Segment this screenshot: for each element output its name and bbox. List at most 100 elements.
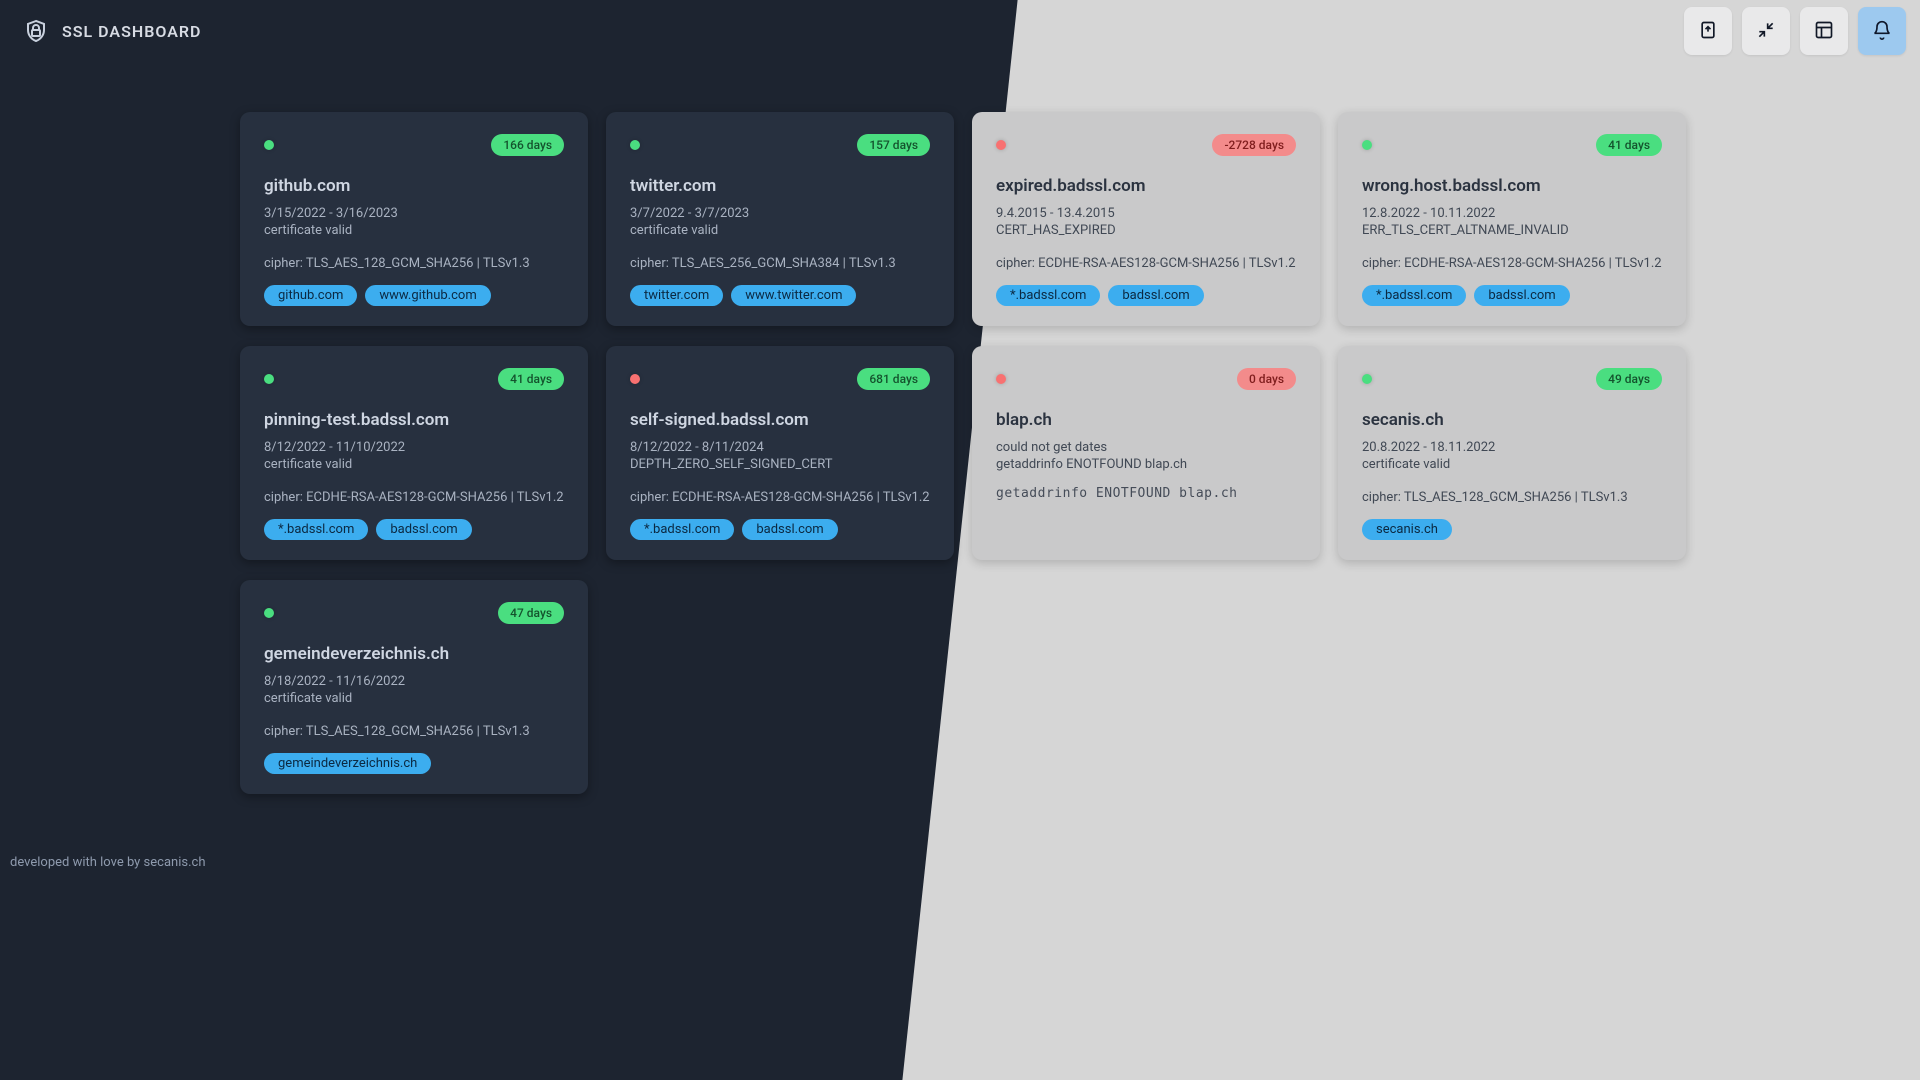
card-cipher: cipher: ECDHE-RSA-AES128-GCM-SHA256 | TL…: [264, 490, 564, 505]
domain-chip[interactable]: *.badssl.com: [996, 285, 1100, 306]
status-dot: [630, 140, 640, 150]
card-chips: *.badssl.com badssl.com: [1362, 285, 1662, 306]
domain-chip[interactable]: badssl.com: [376, 519, 471, 540]
card-message: certificate valid: [264, 223, 564, 238]
brand: SSL DASHBOARD: [22, 17, 201, 45]
domain-chip[interactable]: gemeindeverzeichnis.ch: [264, 753, 431, 774]
card-header: 41 days: [264, 368, 564, 390]
domain-chip[interactable]: www.twitter.com: [731, 285, 856, 306]
collapse-icon: [1756, 20, 1776, 43]
card-host: github.com: [264, 176, 564, 196]
card-header: 49 days: [1362, 368, 1662, 390]
notifications-button[interactable]: [1858, 7, 1906, 55]
domain-chip[interactable]: badssl.com: [742, 519, 837, 540]
card-host: gemeindeverzeichnis.ch: [264, 644, 564, 664]
domain-chip[interactable]: badssl.com: [1474, 285, 1569, 306]
card-message: CERT_HAS_EXPIRED: [996, 223, 1296, 238]
domain-chip[interactable]: *.badssl.com: [264, 519, 368, 540]
cert-card[interactable]: 41 days pinning-test.badssl.com 8/12/2022 …: [240, 346, 588, 560]
cert-card[interactable]: -2728 days expired.badssl.com 9.4.2015 - 1…: [972, 112, 1320, 326]
card-dates: 9.4.2015 - 13.4.2015: [996, 206, 1296, 221]
days-badge: 681 days: [857, 368, 930, 390]
card-chips: secanis.ch: [1362, 519, 1662, 540]
card-dates: 12.8.2022 - 10.11.2022: [1362, 206, 1662, 221]
domain-chip[interactable]: twitter.com: [630, 285, 723, 306]
card-chips: *.badssl.com badssl.com: [630, 519, 930, 540]
card-dates: 8/18/2022 - 11/16/2022: [264, 674, 564, 689]
domain-chip[interactable]: badssl.com: [1108, 285, 1203, 306]
cert-card[interactable]: 681 days self-signed.badssl.com 8/12/2022 …: [606, 346, 954, 560]
cert-card[interactable]: 157 daystwitter.com3/7/2022 - 3/7/2023ce…: [606, 112, 954, 326]
days-badge: 49 days: [1596, 368, 1662, 390]
status-dot: [630, 374, 640, 384]
days-badge: -2728 days: [1212, 134, 1296, 156]
card-message: certificate valid: [1362, 457, 1662, 472]
card-chips: *.badssl.com badssl.com: [264, 519, 564, 540]
card-cipher: cipher: TLS_AES_128_GCM_SHA256 | TLSv1.3: [264, 724, 564, 739]
cert-card[interactable]: 41 days wrong.host.badssl.com 12.8.2022 - …: [1338, 112, 1686, 326]
card-header: 41 days: [1362, 134, 1662, 156]
cert-card[interactable]: 49 days secanis.ch 20.8.2022 - 18.11.2022 c…: [1338, 346, 1686, 560]
card-message: certificate valid: [630, 223, 930, 238]
header-actions: [1684, 7, 1906, 55]
card-host: twitter.com: [630, 176, 930, 196]
card-dates: could not get dates: [996, 440, 1296, 455]
card-chips: *.badssl.com badssl.com: [996, 285, 1296, 306]
cert-card[interactable]: 0 days blap.ch could not get dates getaddri…: [972, 346, 1320, 560]
days-badge: 157 days: [857, 134, 930, 156]
export-icon: [1698, 20, 1718, 43]
card-message: ERR_TLS_CERT_ALTNAME_INVALID: [1362, 223, 1662, 238]
card-cipher: cipher: ECDHE-RSA-AES128-GCM-SHA256 | TL…: [996, 256, 1296, 271]
bell-icon: [1872, 20, 1892, 43]
card-header: 47 days: [264, 602, 564, 624]
card-host: pinning-test.badssl.com: [264, 410, 564, 430]
card-header: -2728 days: [996, 134, 1296, 156]
card-cipher: cipher: ECDHE-RSA-AES128-GCM-SHA256 | TL…: [630, 490, 930, 505]
card-dates: 8/12/2022 - 8/11/2024: [630, 440, 930, 455]
content: 166 daysgithub.com3/15/2022 - 3/16/2023c…: [0, 62, 1920, 824]
card-message: getaddrinfo ENOTFOUND blap.ch: [996, 457, 1296, 472]
card-message: certificate valid: [264, 457, 564, 472]
card-dates: 20.8.2022 - 18.11.2022: [1362, 440, 1662, 455]
domain-chip[interactable]: github.com: [264, 285, 357, 306]
card-chips: gemeindeverzeichnis.ch: [264, 753, 564, 774]
cert-card[interactable]: 166 daysgithub.com3/15/2022 - 3/16/2023c…: [240, 112, 588, 326]
card-host: blap.ch: [996, 410, 1296, 430]
card-header: 0 days: [996, 368, 1296, 390]
status-dot: [1362, 374, 1372, 384]
card-message: certificate valid: [264, 691, 564, 706]
status-dot: [264, 374, 274, 384]
card-host: expired.badssl.com: [996, 176, 1296, 196]
export-button[interactable]: [1684, 7, 1732, 55]
card-message: DEPTH_ZERO_SELF_SIGNED_CERT: [630, 457, 930, 472]
layout-button[interactable]: [1800, 7, 1848, 55]
card-header: 166 days: [264, 134, 564, 156]
card-header: 157 days: [630, 134, 930, 156]
domain-chip[interactable]: *.badssl.com: [630, 519, 734, 540]
card-dates: 8/12/2022 - 11/10/2022: [264, 440, 564, 455]
card-cipher: cipher: TLS_AES_128_GCM_SHA256 | TLSv1.3: [264, 256, 564, 271]
header: SSL DASHBOARD: [0, 0, 1920, 62]
card-host: self-signed.badssl.com: [630, 410, 930, 430]
shield-icon: [22, 17, 50, 45]
domain-chip[interactable]: www.github.com: [365, 285, 490, 306]
card-header: 681 days: [630, 368, 930, 390]
status-dot: [264, 608, 274, 618]
layout-icon: [1814, 20, 1834, 43]
days-badge: 47 days: [498, 602, 564, 624]
card-error-mono: getaddrinfo ENOTFOUND blap.ch: [996, 486, 1296, 501]
domain-chip[interactable]: secanis.ch: [1362, 519, 1452, 540]
cards-grid: 166 daysgithub.com3/15/2022 - 3/16/2023c…: [240, 112, 1680, 794]
status-dot: [996, 140, 1006, 150]
cert-card[interactable]: 47 days gemeindeverzeichnis.ch 8/18/2022 -…: [240, 580, 588, 794]
days-badge: 166 days: [491, 134, 564, 156]
card-chips: twitter.com www.twitter.com: [630, 285, 930, 306]
card-host: wrong.host.badssl.com: [1362, 176, 1662, 196]
status-dot: [264, 140, 274, 150]
footer-text: developed with love by secanis.ch: [10, 855, 205, 870]
card-host: secanis.ch: [1362, 410, 1662, 430]
app-title: SSL DASHBOARD: [62, 22, 201, 41]
collapse-button[interactable]: [1742, 7, 1790, 55]
domain-chip[interactable]: *.badssl.com: [1362, 285, 1466, 306]
days-badge: 41 days: [498, 368, 564, 390]
